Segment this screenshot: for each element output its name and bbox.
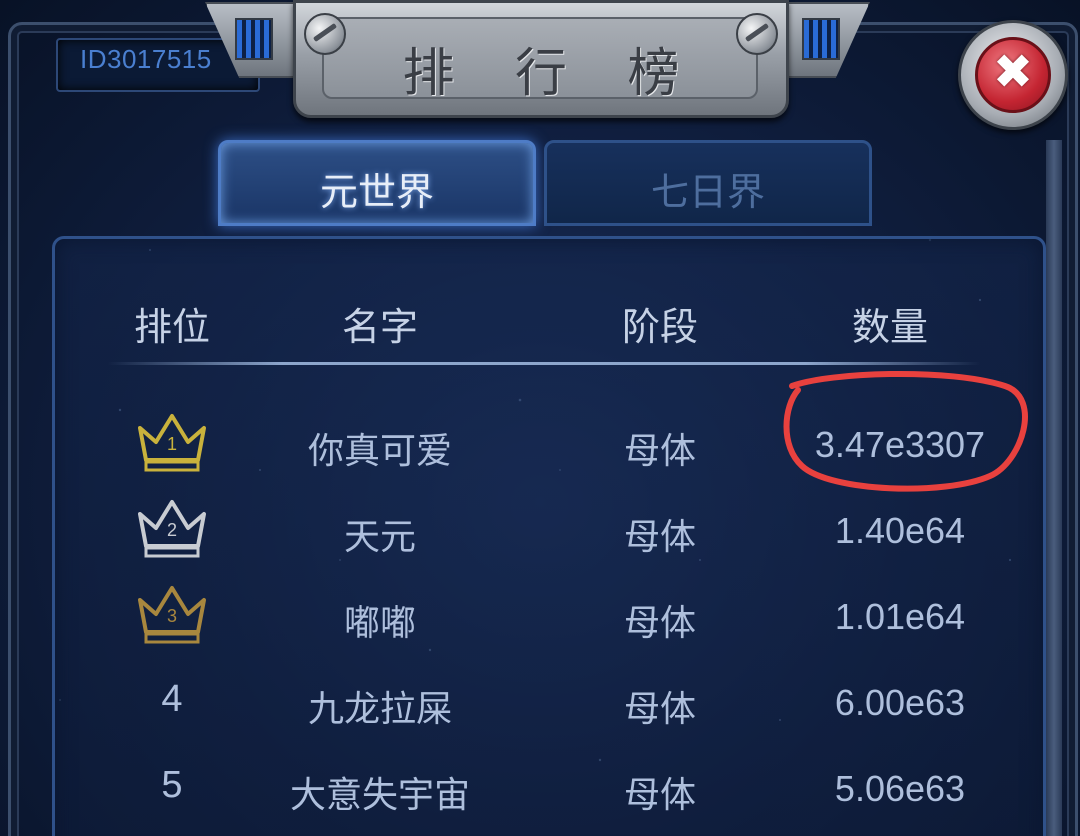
player-amount: 6.00e63 [834, 682, 966, 723]
header-stage: 阶段 [621, 305, 698, 349]
header-amount: 数量 [851, 305, 928, 349]
crown-rank-number: 1 [166, 434, 177, 454]
crown-rank-number: 3 [166, 606, 177, 626]
player-rank: 4 [161, 678, 183, 720]
table-row[interactable]: 4 九龙拉屎 母体 6.00e63 [0, 660, 1080, 746]
table-row[interactable]: 3 嘟嘟 母体 1.01e64 [0, 574, 1080, 660]
red-circle-annotation [783, 370, 1028, 492]
tab-label: 元世界 [319, 170, 434, 214]
player-name: 嘟嘟 [343, 603, 416, 644]
vent-left [235, 18, 273, 60]
player-name: 九龙拉屎 [307, 689, 452, 730]
page-title: 排 行 榜 [402, 44, 702, 104]
player-stage: 母体 [623, 431, 696, 472]
title-banner: 排 行 榜 [205, 0, 870, 118]
player-name: 天元 [343, 517, 416, 558]
tab-label: 七日界 [650, 170, 765, 214]
player-name: 你真可爱 [307, 431, 452, 472]
header-divider [108, 362, 980, 365]
player-stage: 母体 [623, 517, 696, 558]
player-amount: 5.06e63 [834, 768, 966, 809]
player-name: 大意失宇宙 [289, 775, 470, 816]
header-rank: 排位 [133, 305, 210, 349]
close-button[interactable]: ✖ [958, 20, 1068, 130]
player-stage: 母体 [623, 603, 696, 644]
player-amount: 1.01e64 [834, 596, 966, 637]
tab-seven-day-world[interactable]: 七日界 [544, 140, 872, 226]
player-id: ID3017515 [80, 44, 212, 74]
vent-right [802, 18, 840, 60]
title-plate: 排 行 榜 [293, 0, 789, 118]
close-glyph: ✖ [992, 44, 1034, 100]
player-stage: 母体 [623, 775, 696, 816]
crown-rank-number: 2 [166, 520, 177, 540]
player-rank: 5 [161, 764, 183, 806]
tab-yuan-world[interactable]: 元世界 [218, 140, 536, 226]
header-name: 名字 [341, 305, 418, 349]
player-amount: 1.40e64 [834, 510, 966, 551]
leaderboard-screen: ID3017515 排 行 榜 ✖ 元世界 七日界 排位 名字 阶段 数量 1 [0, 0, 1080, 836]
player-stage: 母体 [623, 689, 696, 730]
close-icon: ✖ [975, 37, 1051, 113]
table-row[interactable]: 5 大意失宇宙 母体 5.06e63 [0, 746, 1080, 832]
